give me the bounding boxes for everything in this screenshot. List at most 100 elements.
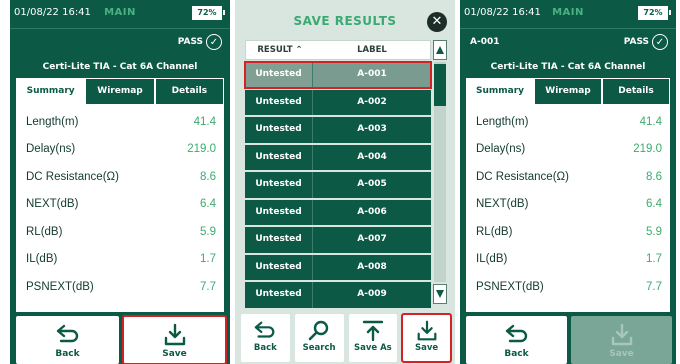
table-row[interactable]: Untested A-006	[245, 199, 431, 225]
tab-summary[interactable]: Summary	[466, 78, 534, 104]
back-arrow-icon	[255, 321, 275, 338]
list-item: RL(dB) 5.9	[476, 218, 662, 246]
dialog-title: SAVE RESULTS	[293, 14, 397, 28]
save-results-dialog: SAVE RESULTS ✕ RESULT ⌃ LABEL Untested A-…	[235, 0, 455, 364]
check-circle-icon: ✓	[652, 34, 668, 50]
table-row[interactable]: Untested A-001	[244, 61, 432, 89]
back-button[interactable]: Back	[466, 316, 567, 364]
table-row[interactable]: Untested A-007	[245, 227, 431, 253]
list-item: Delay(ns) 219.0	[26, 136, 216, 164]
search-button[interactable]: Search	[294, 314, 344, 362]
table-row[interactable]: Untested A-003	[245, 117, 431, 143]
tab-wiremap[interactable]: Wiremap	[534, 78, 602, 104]
upload-icon	[362, 320, 384, 342]
bottom-bar: Back Save	[460, 314, 676, 364]
column-header-label[interactable]: LABEL	[314, 41, 430, 59]
save-button-label: Save	[609, 349, 634, 359]
result-label: NEXT(dB)	[26, 198, 79, 211]
result-value: 219.0	[633, 143, 662, 156]
column-header-result[interactable]: RESULT ⌃	[246, 41, 314, 59]
result-label: PSNEXT(dB)	[26, 280, 94, 293]
save-button-label: Save	[415, 343, 439, 353]
list-item: Delay(ns) 219.0	[476, 136, 662, 164]
result-value: 7.7	[646, 280, 662, 293]
row-result: Untested	[245, 117, 313, 143]
column-result-label: RESULT	[257, 45, 293, 55]
result-label: Delay(ns)	[476, 143, 526, 156]
status-bar: 01/08/22 16:41 MAIN 72%	[10, 0, 230, 28]
right-screen: 01/08/22 16:41 MAIN 72% A-001 PASS ✓ Cer…	[460, 0, 676, 364]
result-label: DC Resistance(Ω)	[26, 170, 119, 183]
save-as-button[interactable]: Save As	[348, 314, 398, 362]
list-item: Length(m) 41.4	[26, 108, 216, 136]
row-label: A-007	[357, 234, 387, 244]
download-icon	[417, 320, 437, 341]
tab-details[interactable]: Details	[602, 78, 670, 104]
result-label: DC Resistance(Ω)	[476, 170, 569, 183]
save-button[interactable]: Save	[401, 313, 452, 363]
result-label: Length(m)	[476, 115, 529, 128]
search-icon	[308, 320, 329, 341]
back-button-label: Back	[55, 349, 80, 359]
back-button[interactable]: Back	[16, 316, 119, 364]
close-icon[interactable]: ✕	[427, 12, 447, 32]
tab-bar: Summary Wiremap Details	[466, 78, 670, 104]
row-label: A-009	[357, 289, 387, 299]
row-label: A-002	[357, 96, 387, 107]
list-item: NEXT(dB) 6.4	[26, 191, 216, 219]
scroll-down-icon[interactable]	[433, 284, 447, 304]
tab-wiremap[interactable]: Wiremap	[85, 78, 155, 104]
list-item: Length(m) 41.4	[476, 108, 662, 136]
table-row[interactable]: Untested A-008	[245, 254, 431, 280]
save-button[interactable]: Save	[122, 315, 227, 364]
results-list: Length(m) 41.4 Delay(ns) 219.0 DC Resistan…	[16, 104, 224, 312]
check-circle-icon: ✓	[206, 34, 222, 50]
result-value: 8.6	[200, 170, 216, 183]
result-label: PSNEXT(dB)	[476, 280, 544, 293]
tab-summary[interactable]: Summary	[16, 78, 86, 104]
result-label: NEXT(dB)	[476, 198, 529, 211]
save-button[interactable]: Save	[571, 316, 672, 364]
back-button[interactable]: Back	[241, 314, 290, 362]
result-value: 41.4	[639, 115, 662, 128]
row-result: Untested	[245, 144, 313, 170]
back-button-label: Back	[253, 343, 277, 353]
pass-label: PASS	[177, 37, 203, 47]
result-value: 41.4	[193, 115, 216, 128]
table-row[interactable]: Untested A-009	[245, 282, 431, 308]
table-row[interactable]: Untested A-004	[245, 144, 431, 170]
result-value: 5.9	[646, 225, 662, 238]
row-label: A-005	[357, 179, 387, 189]
battery-icon: 72%	[192, 6, 225, 20]
result-label: RL(dB)	[476, 225, 513, 238]
row-result: Untested	[245, 62, 313, 88]
tab-details[interactable]: Details	[154, 78, 224, 104]
result-value: 219.0	[187, 143, 216, 156]
search-button-label: Search	[302, 343, 336, 353]
table-row[interactable]: Untested A-005	[245, 172, 431, 198]
list-item: DC Resistance(Ω) 8.6	[476, 163, 662, 191]
dialog-bottom-bar: Back Search Save As Save	[235, 312, 455, 364]
result-label: IL(dB)	[476, 253, 508, 266]
list-item: RL(dB) 5.9	[26, 218, 216, 246]
row-label: A-006	[357, 206, 387, 217]
test-title: Certi-Lite TIA - Cat 6A Channel	[42, 62, 198, 72]
result-value: 5.9	[200, 225, 216, 238]
pass-badge: PASS ✓	[624, 34, 668, 50]
sort-up-icon: ⌃	[295, 45, 303, 55]
status-bar: 01/08/22 16:41 MAIN 72%	[460, 0, 676, 28]
row-result: Untested	[245, 172, 313, 198]
scroll-up-icon[interactable]	[433, 40, 447, 60]
table-row[interactable]: Untested A-002	[245, 89, 431, 115]
scroll-thumb[interactable]	[434, 64, 446, 106]
row-label: A-004	[357, 151, 387, 162]
dialog-header: SAVE RESULTS ✕	[235, 0, 455, 42]
list-item: DC Resistance(Ω) 8.6	[26, 163, 216, 191]
scrollbar[interactable]	[433, 40, 447, 304]
row-result: Untested	[245, 199, 313, 225]
results-list: Length(m) 41.4 Delay(ns) 219.0 DC Resistan…	[466, 104, 670, 312]
row-result: Untested	[245, 89, 313, 115]
cable-id: A-001	[470, 37, 500, 47]
result-value: 1.7	[200, 253, 216, 266]
tab-bar: Summary Wiremap Details	[16, 78, 224, 104]
